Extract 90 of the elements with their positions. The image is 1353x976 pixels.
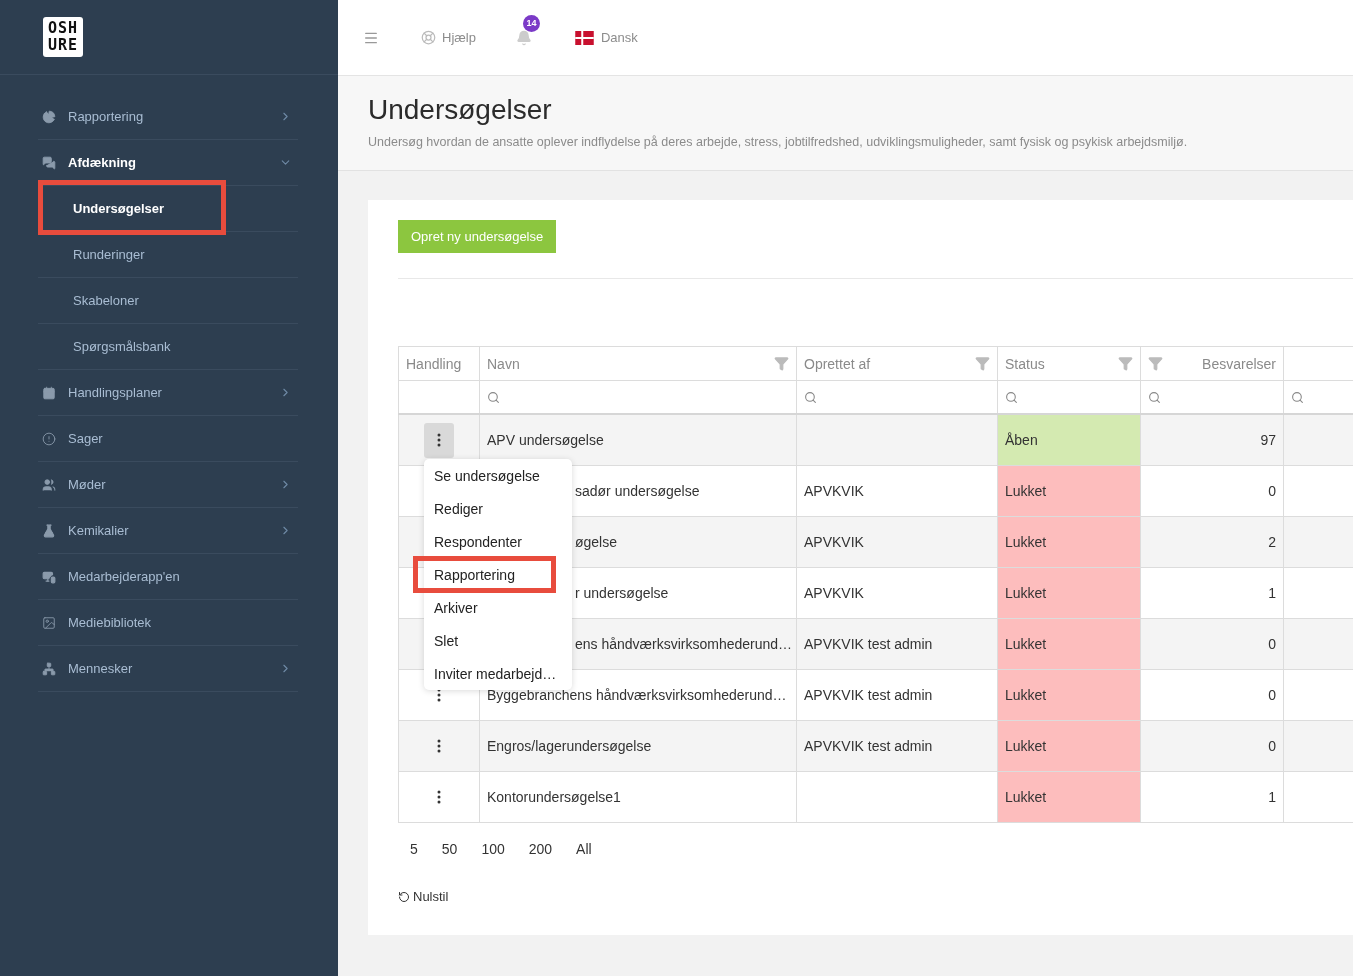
flask-icon xyxy=(42,523,56,538)
menu-item[interactable]: Arkiver xyxy=(424,591,572,624)
survey-name: APV undersøgelse xyxy=(487,432,604,448)
devices-icon xyxy=(42,569,56,584)
nav-item[interactable]: Rapportering xyxy=(38,94,298,140)
search-icon[interactable] xyxy=(1291,390,1304,404)
menu-item[interactable]: Se undersøgelse xyxy=(424,459,572,492)
column-header[interactable]: Navn xyxy=(487,355,520,372)
menu-item[interactable]: Respondenter xyxy=(424,525,572,558)
pie-chart-icon xyxy=(42,109,56,124)
survey-name: Engros/lagerundersøgelse xyxy=(487,738,652,754)
survey-name: Byggebranchens håndværksvirksomhederund… xyxy=(487,687,787,703)
column-header[interactable]: Status xyxy=(1005,355,1045,372)
vertical-dots-icon xyxy=(437,790,441,804)
page-title: Undersøgelser xyxy=(368,94,553,126)
notification-badge[interactable]: 14 xyxy=(522,14,540,32)
nav-item[interactable]: Handlingsplaner xyxy=(38,370,298,416)
survey-name: Kontorundersøgelse1 xyxy=(487,789,621,805)
vertical-dots-icon xyxy=(437,739,441,753)
alert-icon xyxy=(42,431,56,446)
logo[interactable]: OSH URE xyxy=(43,17,83,57)
menu-item[interactable]: Inviter medarbejd… xyxy=(424,657,572,690)
response-count: 2 xyxy=(1268,534,1276,550)
hierarchy-icon xyxy=(42,661,56,676)
created-by: APVKVIK xyxy=(804,534,864,550)
nav-item[interactable]: Kemikalier xyxy=(38,508,298,554)
nav-item[interactable]: Afdækning xyxy=(38,140,298,186)
bell-icon[interactable] xyxy=(515,29,532,46)
nav-item[interactable]: Mediebibliotek xyxy=(38,600,298,646)
menu-item[interactable]: Rediger xyxy=(424,492,572,525)
nav-item[interactable]: Medarbejderapp'en xyxy=(38,554,298,600)
page-size-option[interactable]: 50 xyxy=(429,841,470,857)
status-cell: Lukket xyxy=(997,516,1141,568)
column-header[interactable]: Oprettet af xyxy=(804,355,871,372)
response-count: 97 xyxy=(1260,432,1276,448)
search-icon[interactable] xyxy=(1148,390,1161,404)
search-icon[interactable] xyxy=(804,390,817,404)
page-size-option[interactable]: 200 xyxy=(516,841,565,857)
page-size-option[interactable]: All xyxy=(564,841,604,857)
created-by: APVKVIK test admin xyxy=(804,738,933,754)
response-count: 0 xyxy=(1268,636,1276,652)
nav-subitem[interactable]: Undersøgelser xyxy=(38,186,298,232)
survey-name: sadør undersøgelse xyxy=(574,483,700,499)
lifebuoy-icon[interactable] xyxy=(421,30,436,45)
chat-bubbles-icon xyxy=(42,155,56,170)
response-count: 0 xyxy=(1268,738,1276,754)
status-cell: Lukket xyxy=(997,567,1141,619)
survey-name: r undersøgelse xyxy=(574,585,669,601)
filter-icon[interactable] xyxy=(774,356,789,371)
response-count: 0 xyxy=(1268,483,1276,499)
nav-item[interactable]: Sager xyxy=(38,416,298,462)
response-count: 0 xyxy=(1268,687,1276,703)
response-count: 1 xyxy=(1268,789,1276,805)
search-icon[interactable] xyxy=(1005,390,1018,404)
created-by: APVKVIK test admin xyxy=(804,636,933,652)
nav-item[interactable]: Mennesker xyxy=(38,646,298,692)
search-icon[interactable] xyxy=(487,390,500,404)
people-icon xyxy=(42,477,56,492)
status-cell: Lukket xyxy=(997,720,1141,772)
filter-icon[interactable] xyxy=(1148,356,1163,371)
menu-item[interactable]: Rapportering xyxy=(418,561,551,588)
status-cell: Lukket xyxy=(997,465,1141,517)
status-cell: Lukket xyxy=(997,669,1141,721)
created-by: APVKVIK xyxy=(804,483,864,499)
response-count: 1 xyxy=(1268,585,1276,601)
flag-icon xyxy=(573,30,595,45)
status-cell: Lukket xyxy=(997,618,1141,670)
menu-item[interactable]: Slet xyxy=(424,624,572,657)
reset-button[interactable]: Nulstil xyxy=(398,889,449,904)
undo-icon xyxy=(398,890,410,903)
nav-subitem[interactable]: Runderinger xyxy=(38,232,298,278)
status-cell: Åben xyxy=(997,414,1141,466)
help-link[interactable]: Hjælp xyxy=(442,30,476,45)
filter-icon[interactable] xyxy=(1118,356,1133,371)
nav-item[interactable]: Møder xyxy=(38,462,298,508)
page-description: Undersøg hvordan de ansatte oplever indflydelse på deres arbejde, stress, jobtilfredshed, udviklingsmuligheder, samt fysisk og psykisk arbejdsmiljø. xyxy=(368,135,1189,149)
page-size-option[interactable]: 5 xyxy=(398,841,430,857)
created-by: APVKVIK test admin xyxy=(804,687,933,703)
status-cell: Lukket xyxy=(997,771,1141,823)
calendar-icon xyxy=(42,385,56,400)
survey-name: ens håndværksvirksomhederund… xyxy=(574,636,793,652)
created-by: APVKVIK xyxy=(804,585,864,601)
language-selector[interactable]: Dansk xyxy=(573,30,638,45)
nav-subitem[interactable]: Spørgsmålsbank xyxy=(38,324,298,370)
more-options-button[interactable] xyxy=(424,422,454,458)
page-size-option[interactable]: 100 xyxy=(469,841,517,857)
filter-icon[interactable] xyxy=(975,356,990,371)
vertical-dots-icon xyxy=(437,433,441,447)
image-icon xyxy=(42,615,56,630)
nav-subitem[interactable]: Skabeloner xyxy=(38,278,298,324)
